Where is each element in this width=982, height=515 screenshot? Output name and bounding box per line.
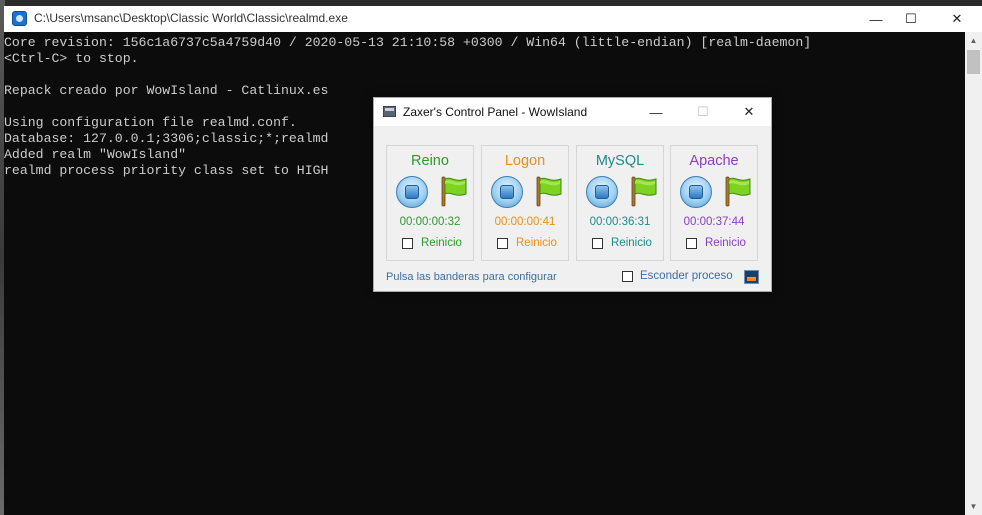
- console-scrollbar[interactable]: ▲ ▼: [965, 32, 982, 515]
- maximize-icon: ☐: [697, 104, 709, 119]
- service-name: Reino: [411, 153, 449, 169]
- restart-label: Reinicio: [611, 237, 652, 249]
- service-apache: Apache 00:00:37:44 Reinicio: [670, 145, 758, 261]
- restart-checkbox[interactable]: [402, 237, 413, 249]
- maximize-button[interactable]: ☐: [888, 6, 934, 32]
- scroll-up-icon[interactable]: ▲: [965, 32, 982, 49]
- restart-option-apache[interactable]: Reinicio: [686, 237, 746, 249]
- panel-maximize-button: ☐: [680, 98, 726, 126]
- restart-label: Reinicio: [516, 237, 557, 249]
- minimize-icon: —: [649, 104, 663, 120]
- console-title: C:\Users\msanc\Desktop\Classic World\Cla…: [34, 11, 348, 25]
- monitor-icon[interactable]: [744, 270, 759, 284]
- uptime-reino: 00:00:00:32: [399, 216, 461, 228]
- panel-minimize-button[interactable]: —: [633, 98, 679, 126]
- minimize-icon: —: [869, 11, 883, 27]
- restart-checkbox[interactable]: [592, 237, 603, 249]
- panel-close-button[interactable]: ✕: [726, 98, 772, 126]
- console-titlebar[interactable]: C:\Users\msanc\Desktop\Classic World\Cla…: [4, 6, 982, 32]
- flag-config-icon[interactable]: [437, 175, 469, 207]
- console-line: <Ctrl-C> to stop.: [4, 51, 139, 66]
- panel-title: Zaxer's Control Panel - WowIsland: [403, 105, 588, 119]
- service-name: Apache: [689, 153, 739, 169]
- restart-label: Reinicio: [421, 237, 462, 249]
- service-name: MySQL: [595, 153, 645, 169]
- restart-option-reino[interactable]: Reinicio: [402, 237, 462, 249]
- restart-label: Reinicio: [705, 237, 746, 249]
- service-mysql: MySQL 00:00:36:31 Reinicio: [576, 145, 664, 261]
- stop-button-mysql[interactable]: [586, 176, 618, 208]
- scroll-down-icon[interactable]: ▼: [965, 498, 982, 515]
- panel-app-icon: [383, 106, 396, 117]
- stop-button-reino[interactable]: [396, 176, 428, 208]
- close-button[interactable]: ✕: [934, 6, 980, 32]
- maximize-icon: ☐: [905, 11, 917, 26]
- flag-config-icon[interactable]: [627, 175, 659, 207]
- console-line: Core revision: 156c1a6737c5a4759d40 / 20…: [4, 35, 812, 50]
- console-app-icon: [12, 11, 27, 26]
- hide-process-option[interactable]: Esconder proceso: [622, 270, 733, 282]
- panel-titlebar[interactable]: Zaxer's Control Panel - WowIsland — ☐ ✕: [374, 98, 771, 126]
- uptime-apache: 00:00:37:44: [683, 216, 745, 228]
- service-logon: Logon 00:00:00:41 Reinicio: [481, 145, 569, 261]
- service-name: Logon: [504, 153, 546, 169]
- config-hint: Pulsa las banderas para configurar: [386, 271, 557, 283]
- restart-option-mysql[interactable]: Reinicio: [592, 237, 652, 249]
- restart-option-logon[interactable]: Reinicio: [497, 237, 557, 249]
- service-reino: Reino 00:00:00:32 Reinicio: [386, 145, 474, 261]
- scrollbar-thumb[interactable]: [967, 50, 980, 74]
- stop-button-apache[interactable]: [680, 176, 712, 208]
- restart-checkbox[interactable]: [497, 237, 508, 249]
- close-icon: ✕: [743, 104, 755, 119]
- close-icon: ✕: [951, 11, 963, 26]
- hide-process-checkbox[interactable]: [622, 270, 633, 282]
- flag-config-icon[interactable]: [721, 175, 753, 207]
- hide-process-label: Esconder proceso: [640, 270, 733, 282]
- control-panel-window[interactable]: Zaxer's Control Panel - WowIsland — ☐ ✕ …: [373, 97, 772, 292]
- uptime-logon: 00:00:00:41: [494, 216, 556, 228]
- flag-config-icon[interactable]: [532, 175, 564, 207]
- restart-checkbox[interactable]: [686, 237, 697, 249]
- stop-button-logon[interactable]: [491, 176, 523, 208]
- uptime-mysql: 00:00:36:31: [589, 216, 651, 228]
